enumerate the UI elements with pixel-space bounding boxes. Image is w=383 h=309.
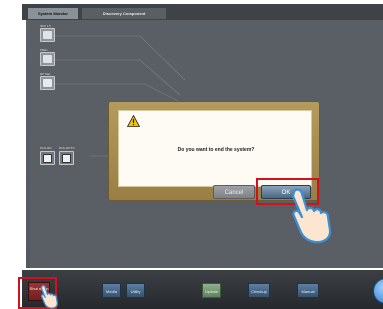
console-icon xyxy=(43,154,52,163)
app-window: System Monitor Discovery Component IRIX … xyxy=(0,0,383,309)
top-tab-bar: System Monitor Discovery Component xyxy=(22,4,383,20)
system-orb-icon[interactable] xyxy=(373,278,383,304)
pointing-hand-icon xyxy=(291,188,332,244)
device-console-2[interactable] xyxy=(59,151,74,165)
console-label: PAS-007FC xyxy=(59,146,75,150)
bottom-toolbar: Shut down Media Utility Update Checkup M… xyxy=(22,270,383,309)
pointing-hand-icon xyxy=(40,284,58,309)
device-reader-1[interactable] xyxy=(40,28,55,42)
device-console-1[interactable] xyxy=(40,151,55,165)
dialog-message: Do you want to end the system? xyxy=(177,147,255,153)
utility-button[interactable]: Utility xyxy=(126,283,145,298)
cancel-button[interactable]: Cancel xyxy=(213,185,255,199)
manual-button[interactable]: Manual xyxy=(297,283,319,298)
update-button[interactable]: Update xyxy=(202,283,221,298)
device-printer[interactable] xyxy=(40,76,55,90)
dialog-body: Do you want to end the system? xyxy=(118,110,312,187)
tab-system-monitor[interactable]: System Monitor xyxy=(28,8,78,19)
checkup-button[interactable]: Checkup xyxy=(248,283,270,298)
device-reader-2[interactable] xyxy=(40,52,55,66)
warning-icon xyxy=(127,115,140,127)
reader-icon xyxy=(43,31,52,39)
console-icon xyxy=(62,154,71,163)
tab-discovery-component[interactable]: Discovery Component xyxy=(82,8,166,19)
console-label: PAS-001 xyxy=(40,146,52,150)
printer-icon xyxy=(43,79,52,87)
media-button[interactable]: Media xyxy=(102,283,121,298)
reader-icon xyxy=(43,55,52,63)
